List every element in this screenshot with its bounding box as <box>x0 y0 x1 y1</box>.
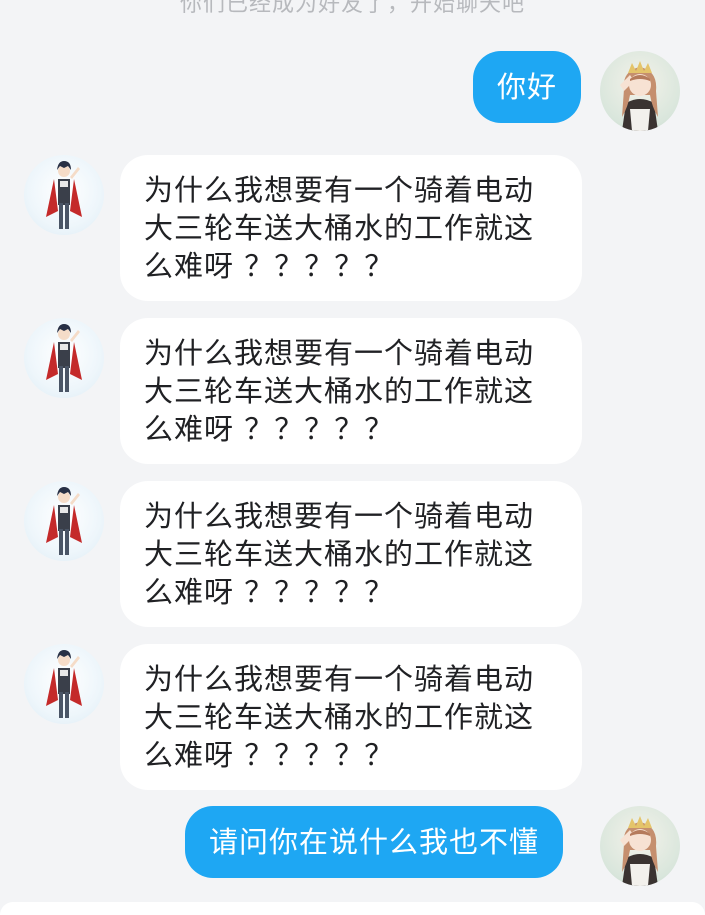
message-row: 为什么我想要有一个骑着电动大三轮车送大桶水的工作就这么难呀 ？？？？？ <box>0 155 705 301</box>
girl-avatar-icon <box>620 816 658 886</box>
message-row: 为什么我想要有一个骑着电动大三轮车送大桶水的工作就这么难呀 ？？？？？ <box>0 644 705 790</box>
boy-avatar-icon <box>46 487 82 555</box>
message-bubble-outgoing[interactable]: 你好 <box>473 51 582 123</box>
message-row: 为什么我想要有一个骑着电动大三轮车送大桶水的工作就这么难呀 ？？？？？ <box>0 318 705 464</box>
girl-avatar-icon <box>620 61 658 131</box>
girl-avatar-icon[interactable] <box>600 51 680 131</box>
boy-avatar-icon[interactable] <box>24 318 104 398</box>
boy-avatar-icon[interactable] <box>24 481 104 561</box>
chat-window: 你们已经成为好友了，开始聊天吧 你好 为什么我想要有一个骑着电动大三轮车送大桶水… <box>0 0 705 915</box>
message-bubble-incoming[interactable]: 为什么我想要有一个骑着电动大三轮车送大桶水的工作就这么难呀 ？？？？？ <box>120 318 582 464</box>
boy-avatar-icon <box>46 161 82 229</box>
boy-avatar-icon <box>46 324 82 392</box>
girl-avatar-icon[interactable] <box>600 806 680 886</box>
boy-avatar-icon <box>46 650 82 718</box>
message-bubble-incoming[interactable]: 为什么我想要有一个骑着电动大三轮车送大桶水的工作就这么难呀 ？？？？？ <box>120 644 582 790</box>
message-row: 请问你在说什么我也不懂 <box>0 806 705 886</box>
input-bar[interactable] <box>0 902 705 915</box>
message-row: 为什么我想要有一个骑着电动大三轮车送大桶水的工作就这么难呀 ？？？？？ <box>0 481 705 627</box>
system-note: 你们已经成为好友了，开始聊天吧 <box>179 0 525 17</box>
message-bubble-incoming[interactable]: 为什么我想要有一个骑着电动大三轮车送大桶水的工作就这么难呀 ？？？？？ <box>120 481 582 627</box>
boy-avatar-icon[interactable] <box>24 155 104 235</box>
boy-avatar-icon[interactable] <box>24 644 104 724</box>
message-bubble-outgoing[interactable]: 请问你在说什么我也不懂 <box>185 806 564 878</box>
message-bubble-incoming[interactable]: 为什么我想要有一个骑着电动大三轮车送大桶水的工作就这么难呀 ？？？？？ <box>120 155 582 301</box>
message-row: 你好 <box>0 50 705 131</box>
